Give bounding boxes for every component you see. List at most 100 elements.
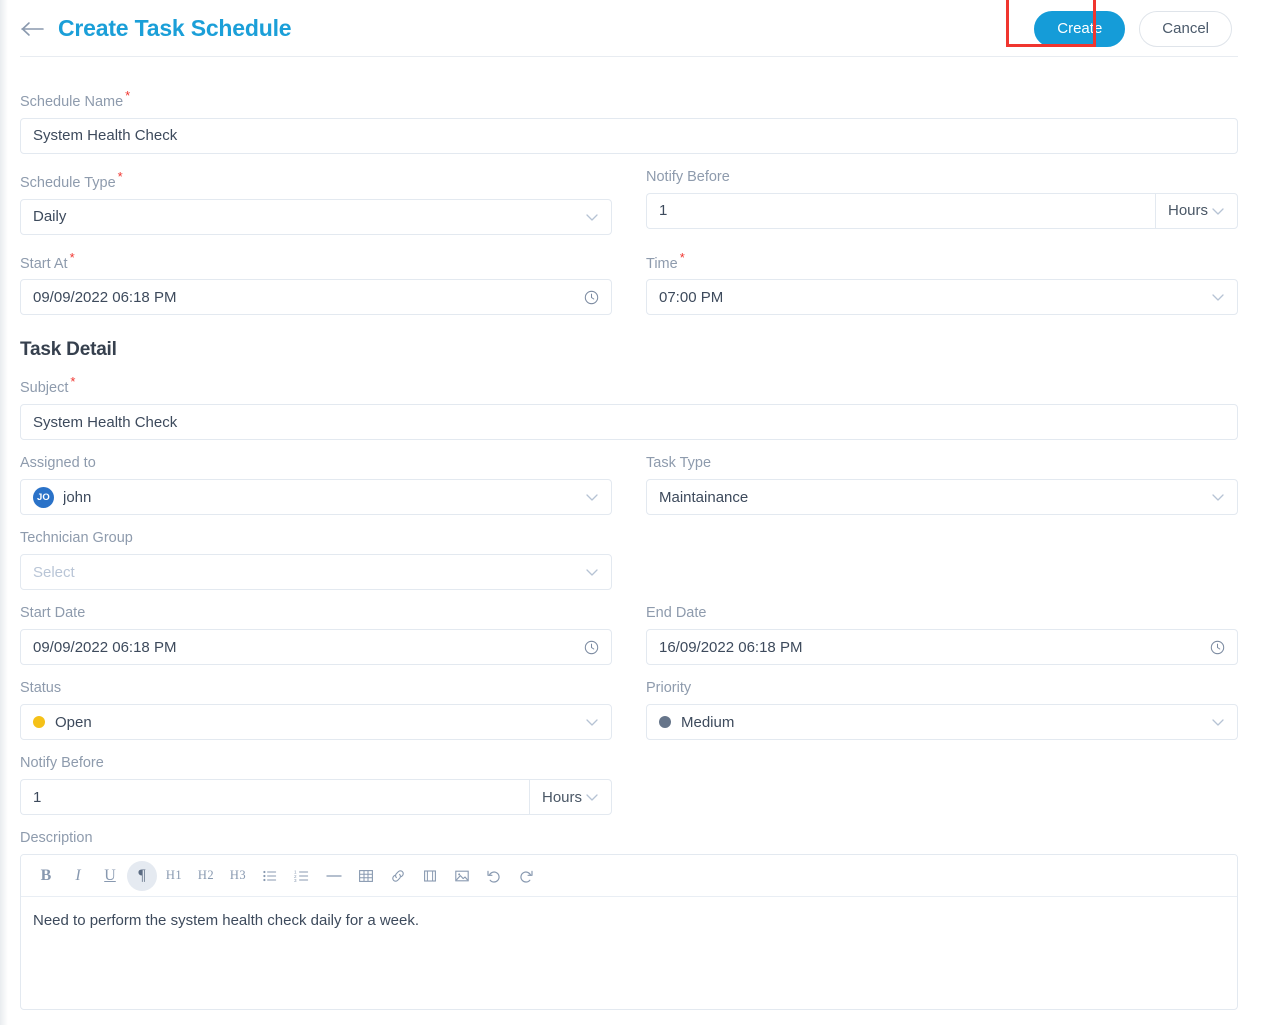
assigned-to-select[interactable]: JO john bbox=[20, 479, 612, 516]
chevron-down-icon bbox=[585, 715, 599, 729]
schedule-type-value: Daily bbox=[33, 208, 67, 226]
label-schedule-name: Schedule Name * bbox=[20, 87, 1238, 111]
svg-text:3: 3 bbox=[294, 878, 297, 883]
task-notify-before-unit-value: Hours bbox=[541, 788, 582, 806]
label-description: Description bbox=[20, 829, 1238, 847]
required-asterisk: * bbox=[69, 249, 75, 265]
priority-select[interactable]: Medium bbox=[646, 704, 1238, 741]
label-text: Schedule Name bbox=[20, 93, 124, 110]
field-task-type: Task Type Maintainance bbox=[646, 454, 1238, 516]
redo-icon[interactable] bbox=[511, 861, 541, 891]
time-select[interactable]: 07:00 PM bbox=[646, 279, 1238, 316]
label-assigned-to: Assigned to bbox=[20, 454, 612, 472]
status-select[interactable]: Open bbox=[20, 704, 612, 741]
table-icon[interactable] bbox=[351, 861, 381, 891]
schedule-notify-before-unit-select[interactable]: Hours bbox=[1154, 192, 1238, 229]
status-value: Open bbox=[55, 713, 92, 731]
field-schedule-name: Schedule Name * System Health Check bbox=[20, 87, 1238, 154]
task-type-value: Maintainance bbox=[659, 488, 749, 506]
bullet-list-icon[interactable] bbox=[255, 861, 285, 891]
description-editor: B I U ¶ H1 H2 H3 1 2 3 Need to perform t… bbox=[20, 854, 1238, 1011]
field-task-notify-before: Notify Before 1 Hours bbox=[20, 754, 612, 816]
schedule-type-select[interactable]: Daily bbox=[20, 198, 612, 235]
field-technician-group: Technician Group Select bbox=[20, 529, 612, 591]
task-type-select[interactable]: Maintainance bbox=[646, 479, 1238, 516]
clock-icon[interactable] bbox=[1210, 640, 1225, 655]
heading-2-icon[interactable]: H2 bbox=[191, 861, 221, 891]
field-priority: Priority Medium bbox=[646, 679, 1238, 741]
arrow-left-icon[interactable] bbox=[20, 16, 46, 42]
row-startat-time: Start At * 09/09/2022 06:18 PM Time * 07… bbox=[20, 249, 1238, 330]
assigned-to-value: john bbox=[63, 488, 92, 506]
label-priority: Priority bbox=[646, 679, 1238, 697]
label-schedule-type: Schedule Type * bbox=[20, 168, 612, 192]
field-subject: Subject * System Health Check bbox=[20, 373, 1238, 441]
label-text: Assigned to bbox=[20, 455, 96, 472]
schedule-notify-before-input[interactable]: 1 bbox=[646, 192, 1155, 229]
label-text: Start Date bbox=[20, 605, 86, 622]
subject-value: System Health Check bbox=[33, 413, 178, 431]
row-schedule-name: Schedule Name * System Health Check bbox=[20, 87, 1238, 168]
start-at-datetime-input[interactable]: 09/09/2022 06:18 PM bbox=[20, 279, 612, 316]
italic-icon[interactable]: I bbox=[63, 861, 93, 891]
label-end-date: End Date bbox=[646, 604, 1238, 622]
chevron-down-icon bbox=[585, 790, 599, 804]
create-button[interactable]: Create bbox=[1034, 10, 1126, 47]
field-start-at: Start At * 09/09/2022 06:18 PM bbox=[20, 249, 612, 316]
technician-group-select[interactable]: Select bbox=[20, 554, 612, 591]
link-icon[interactable] bbox=[383, 861, 413, 891]
field-assigned-to: Assigned to JO john bbox=[20, 454, 612, 516]
page-header: Create Task Schedule Create Cancel bbox=[0, 0, 1274, 57]
end-date-input[interactable]: 16/09/2022 06:18 PM bbox=[646, 629, 1238, 666]
label-start-date: Start Date bbox=[20, 604, 612, 622]
underline-icon[interactable]: U bbox=[95, 861, 125, 891]
field-end-date: End Date 16/09/2022 06:18 PM bbox=[646, 604, 1238, 666]
row-description: Description B I U ¶ H1 H2 H3 1 2 3 Need … bbox=[20, 829, 1238, 1024]
task-notify-before-unit-select[interactable]: Hours bbox=[528, 779, 612, 816]
priority-value: Medium bbox=[681, 713, 735, 731]
start-at-value: 09/09/2022 06:18 PM bbox=[33, 288, 177, 306]
chevron-down-icon bbox=[1211, 490, 1225, 504]
schedule-name-input[interactable]: System Health Check bbox=[20, 117, 1238, 154]
label-text: Status bbox=[20, 680, 62, 697]
label-status: Status bbox=[20, 679, 612, 697]
subject-input[interactable]: System Health Check bbox=[20, 404, 1238, 441]
chevron-down-icon bbox=[1211, 715, 1225, 729]
label-start-at: Start At * bbox=[20, 249, 612, 273]
task-notify-before-input[interactable]: 1 bbox=[20, 779, 529, 816]
label-text: Priority bbox=[646, 680, 692, 697]
clock-icon[interactable] bbox=[584, 640, 599, 655]
undo-icon[interactable] bbox=[479, 861, 509, 891]
schedule-name-value: System Health Check bbox=[33, 127, 178, 145]
cancel-button[interactable]: Cancel bbox=[1139, 10, 1232, 47]
spacer-cell bbox=[646, 754, 1238, 829]
clock-icon[interactable] bbox=[584, 290, 599, 305]
editor-toolbar: B I U ¶ H1 H2 H3 1 2 3 bbox=[21, 855, 1237, 898]
start-date-input[interactable]: 09/09/2022 06:18 PM bbox=[20, 629, 612, 666]
paragraph-icon[interactable]: ¶ bbox=[127, 860, 157, 891]
horizontal-rule-icon[interactable] bbox=[319, 861, 349, 891]
label-task-notify-before: Notify Before bbox=[20, 754, 612, 772]
chevron-down-icon bbox=[585, 210, 599, 224]
ordered-list-icon[interactable]: 1 2 3 bbox=[287, 861, 317, 891]
label-subject: Subject * bbox=[20, 373, 1238, 397]
field-start-date: Start Date 09/09/2022 06:18 PM bbox=[20, 604, 612, 666]
label-text: Time bbox=[646, 255, 678, 272]
field-time: Time * 07:00 PM bbox=[646, 249, 1238, 316]
row-subject: Subject * System Health Check bbox=[20, 373, 1238, 454]
schedule-notify-before-unit-value: Hours bbox=[1167, 202, 1208, 220]
chevron-down-icon bbox=[1211, 290, 1225, 304]
label-text: Technician Group bbox=[20, 530, 133, 547]
description-text[interactable]: Need to perform the system health check … bbox=[21, 897, 1237, 1009]
image-icon[interactable] bbox=[447, 861, 477, 891]
video-icon[interactable] bbox=[415, 861, 445, 891]
heading-1-icon[interactable]: H1 bbox=[159, 861, 189, 891]
required-asterisk: * bbox=[679, 249, 685, 265]
label-text: Notify Before bbox=[20, 755, 104, 772]
heading-3-icon[interactable]: H3 bbox=[223, 861, 253, 891]
task-notify-before-group: 1 Hours bbox=[20, 779, 612, 816]
label-task-type: Task Type bbox=[646, 454, 1238, 472]
row-technician-group: Technician Group Select bbox=[20, 529, 1238, 604]
label-schedule-notify-before: Notify Before bbox=[646, 168, 1238, 186]
bold-icon[interactable]: B bbox=[31, 861, 61, 891]
